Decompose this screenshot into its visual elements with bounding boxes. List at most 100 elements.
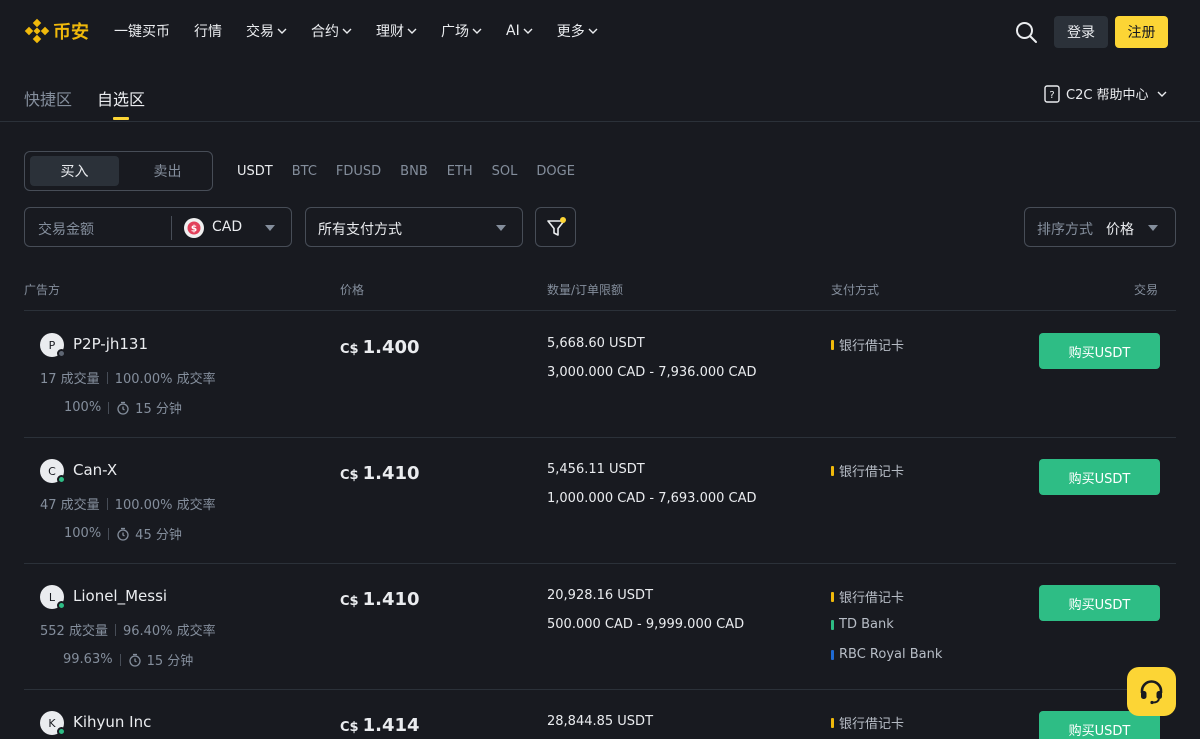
payment-method-tag: 银行借记卡 <box>831 587 904 606</box>
chevron-down-icon <box>472 28 482 34</box>
coin-tab-bnb[interactable]: BNB <box>400 164 428 179</box>
coin-tab-fdusd[interactable]: FDUSD <box>336 164 381 179</box>
search-icon[interactable] <box>1014 20 1038 44</box>
payment-color-bar <box>831 465 834 476</box>
buy-usdt-button[interactable]: 购买USDT <box>1039 459 1160 495</box>
logo[interactable]: 币安 <box>24 18 89 44</box>
register-button[interactable]: 注册 <box>1115 16 1168 48</box>
login-button[interactable]: 登录 <box>1054 16 1108 48</box>
table-row: K Kihyun Inc C$ 1.414 28,844.85 USDT 银行借记… <box>24 689 1176 739</box>
avatar-initial: C <box>48 464 56 478</box>
advertiser-name[interactable]: Lionel_Messi <box>73 587 167 605</box>
positive-rate: 100% <box>64 400 102 415</box>
support-chat-button[interactable] <box>1127 667 1176 716</box>
order-limit: 500.000 CAD - 9,999.000 CAD <box>547 617 745 632</box>
online-status-dot <box>57 601 66 610</box>
svg-text:?: ? <box>1049 90 1054 101</box>
timer-icon <box>128 653 141 667</box>
avatar[interactable]: C <box>40 459 66 484</box>
nav-link-more[interactable]: 更多 <box>557 21 598 41</box>
nav-link-label: 行情 <box>194 24 222 40</box>
header-price: 价格 <box>340 283 365 297</box>
coin-tab-btc[interactable]: BTC <box>292 164 317 179</box>
table-row: C Can-X 47 成交量 100.00% 成交率 100% 45 分钟 C$ 1.… <box>24 437 1176 564</box>
payment-method-name: 银行借记卡 <box>839 591 905 606</box>
header-quantity: 数量/订单限额 <box>547 283 624 297</box>
sell-toggle-button[interactable]: 卖出 <box>123 156 212 186</box>
avatar[interactable]: P <box>40 333 66 358</box>
currency-icon: $ <box>184 218 204 238</box>
advertiser-stats-secondary: 99.63% 15 分钟 <box>63 650 193 669</box>
sub-tabs: 快捷区 自选区 ? C2C 帮助中心 <box>0 64 1200 122</box>
nav-link-label: 广场 <box>441 24 469 40</box>
payment-method-tag: TD Bank <box>831 617 894 632</box>
payment-method-name: 银行借记卡 <box>839 465 905 480</box>
sort-label: 排序方式 <box>1037 222 1093 238</box>
nav-link-markets[interactable]: 行情 <box>194 21 222 41</box>
nav-link-earn[interactable]: 理财 <box>376 21 417 41</box>
payment-method-name: 银行借记卡 <box>839 339 905 354</box>
logo-text: 币安 <box>53 22 89 43</box>
avatar[interactable]: L <box>40 585 66 610</box>
active-tab-indicator <box>113 117 129 120</box>
buy-usdt-button[interactable]: 购买USDT <box>1039 585 1160 621</box>
nav-link-label: 合约 <box>311 24 339 40</box>
avatar-initial: L <box>48 590 56 604</box>
nav-link-trade[interactable]: 交易 <box>246 21 287 41</box>
nav-link-square[interactable]: 广场 <box>441 21 482 41</box>
advertiser-name[interactable]: P2P-jh131 <box>73 335 148 353</box>
coin-tab-usdt[interactable]: USDT <box>237 164 273 179</box>
order-limit: 1,000.000 CAD - 7,693.000 CAD <box>547 491 757 506</box>
price-value: 1.410 <box>362 463 420 484</box>
header-advertiser: 广告方 <box>24 283 61 297</box>
tab-quick-zone[interactable]: 快捷区 <box>24 86 72 110</box>
coin-tab-doge[interactable]: DOGE <box>536 164 575 179</box>
price-value: 1.400 <box>362 337 420 358</box>
nav-link-ai[interactable]: AI <box>506 21 533 41</box>
help-document-icon: ? <box>1044 84 1060 103</box>
order-count: 17 成交量 <box>40 372 100 387</box>
release-time: 15 分钟 <box>135 402 182 417</box>
advertiser-name[interactable]: Kihyun Inc <box>73 713 151 731</box>
order-count: 47 成交量 <box>40 498 100 513</box>
advertiser-stats: 17 成交量 100.00% 成交率 <box>40 368 216 387</box>
chevron-down-icon <box>407 28 417 34</box>
header-payment: 支付方式 <box>831 283 880 297</box>
available-quantity: 5,668.60 USDT <box>547 336 645 351</box>
payment-method-select[interactable]: 所有支付方式 <box>305 207 523 247</box>
help-center-menu[interactable]: ? C2C 帮助中心 <box>1044 84 1167 103</box>
buy-toggle-button[interactable]: 买入 <box>30 156 119 186</box>
price-value: 1.410 <box>362 589 420 610</box>
price: C$ 1.410 <box>340 463 420 484</box>
positive-rate: 99.63% <box>63 652 113 667</box>
timer-icon <box>117 401 129 415</box>
divider <box>106 371 108 384</box>
filter-button[interactable] <box>535 207 576 247</box>
payment-method-tag: 银行借记卡 <box>831 713 904 732</box>
price: C$ 1.400 <box>340 337 420 358</box>
payment-color-bar <box>831 591 834 602</box>
coin-tab-sol[interactable]: SOL <box>492 164 518 179</box>
advertiser-name[interactable]: Can-X <box>73 461 117 479</box>
divider <box>108 527 110 540</box>
buy-sell-toggle: 买入 卖出 <box>24 151 213 191</box>
tab-self-select-zone[interactable]: 自选区 <box>97 86 145 110</box>
sort-select[interactable]: 排序方式 价格 <box>1024 207 1176 247</box>
avatar[interactable]: K <box>40 711 66 736</box>
caret-down-icon <box>496 225 506 231</box>
divider <box>108 401 110 414</box>
coin-tab-eth[interactable]: ETH <box>447 164 473 179</box>
nav-link-label: 理财 <box>376 24 404 40</box>
available-quantity: 5,456.11 USDT <box>547 462 645 477</box>
payment-method-name: RBC Royal Bank <box>839 647 943 662</box>
nav-links: 一键买币 行情 交易 合约 理财 广场 AI 更多 <box>114 21 622 41</box>
chevron-down-icon <box>588 28 598 34</box>
price-currency: C$ <box>340 468 359 483</box>
nav-link-quick-buy[interactable]: 一键买币 <box>114 21 170 41</box>
currency-select[interactable]: CAD <box>212 219 242 235</box>
payment-color-bar <box>831 717 834 728</box>
headset-icon <box>1140 680 1163 705</box>
nav-link-futures[interactable]: 合约 <box>311 21 352 41</box>
amount-input[interactable]: 交易金额 $ CAD <box>24 207 292 247</box>
buy-usdt-button[interactable]: 购买USDT <box>1039 333 1160 369</box>
